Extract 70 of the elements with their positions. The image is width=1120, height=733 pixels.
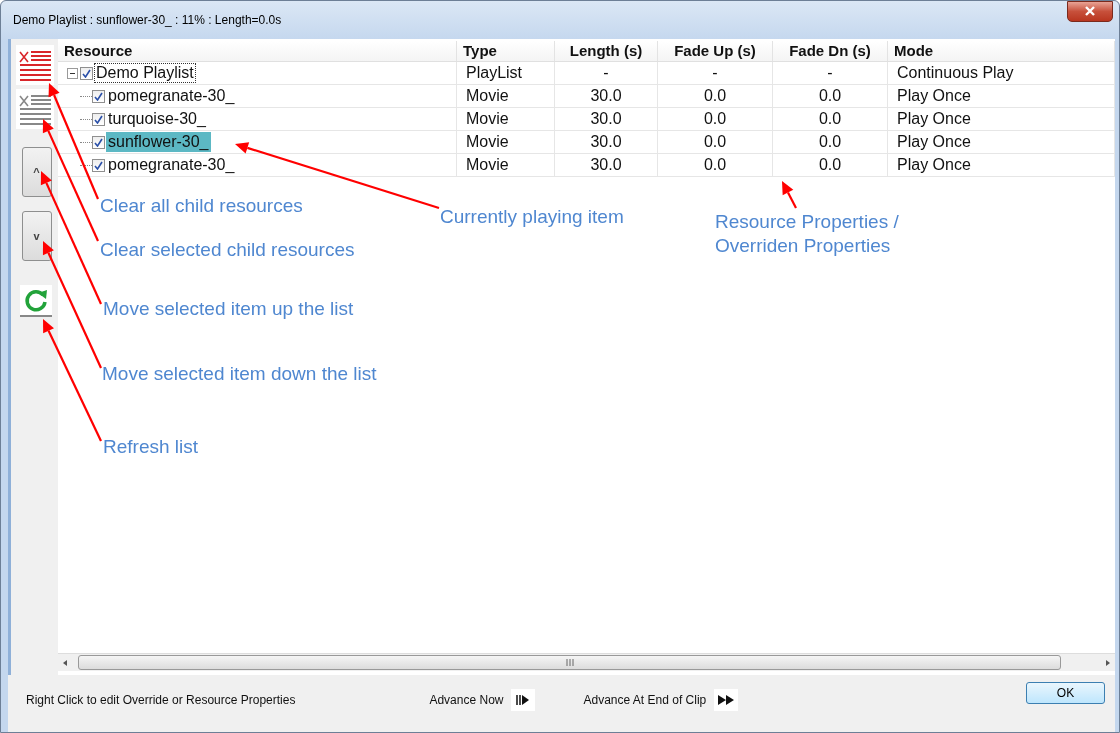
table-cell: 0.0 [773, 154, 888, 176]
column-header[interactable]: Resource [58, 41, 457, 61]
table-cell: - [555, 62, 658, 84]
annotation-text: Refresh list [103, 435, 199, 459]
advance-end-label: Advance At End of Clip [583, 692, 707, 707]
table-cell: 0.0 [773, 131, 888, 153]
checkbox[interactable] [92, 135, 105, 149]
advance-end-button[interactable] [714, 688, 739, 711]
table-cell: Play Once [888, 108, 1115, 130]
table-cell: Movie [457, 108, 555, 130]
table-cell: 0.0 [773, 108, 888, 130]
column-header[interactable]: Fade Dn (s) [773, 41, 888, 61]
table-cell: - [658, 62, 773, 84]
table-cell: Play Once [888, 131, 1115, 153]
annotation-text: Move selected item down the list [102, 362, 377, 386]
table-cell: Play Once [888, 85, 1115, 107]
advance-now-label: Advance Now [429, 692, 504, 707]
column-header[interactable]: Type [457, 41, 555, 61]
table-cell: PlayList [457, 62, 555, 84]
annotation-text: Currently playing item [440, 205, 624, 229]
table-cell: 0.0 [658, 154, 773, 176]
table-cell: 30.0 [555, 85, 658, 107]
table-cell: - [773, 62, 888, 84]
table-cell: Movie [457, 154, 555, 176]
annotation-text: Move selected item up the list [103, 297, 354, 321]
refresh-button[interactable] [19, 285, 52, 317]
table-cell: 30.0 [555, 154, 658, 176]
table-cell: 30.0 [555, 131, 658, 153]
table-cell: Play Once [888, 154, 1115, 176]
clear-selected-button[interactable] [15, 89, 54, 129]
fast-forward-icon [717, 693, 736, 706]
checkbox[interactable] [92, 112, 105, 126]
hint-text: Right Click to edit Override or Resource Properties [26, 692, 296, 707]
move-up-button[interactable]: ^ [21, 147, 52, 197]
table-cell: Movie [457, 85, 555, 107]
tree-item[interactable]: pomegranate-30_ [106, 155, 237, 175]
table-cell: Continuous Play [888, 62, 1115, 84]
collapse-toggle[interactable] [67, 67, 78, 79]
annotation-arrow [782, 181, 797, 209]
advance-now-button[interactable] [511, 688, 536, 711]
checkbox[interactable] [80, 66, 93, 80]
refresh-icon [22, 287, 49, 313]
annotation-text: Resource Properties / Overriden Properties [715, 210, 900, 258]
tree-item[interactable]: Demo Playlist [94, 63, 196, 83]
clear-all-button[interactable] [15, 45, 54, 85]
window-title: Demo Playlist : sunflower-30_ : 11% : Length=0.0s [13, 13, 282, 27]
checkbox[interactable] [92, 89, 105, 103]
checkbox[interactable] [92, 158, 105, 172]
annotation-text: Clear all child resources [100, 194, 303, 218]
column-header[interactable]: Mode [888, 41, 1115, 61]
table-cell: 30.0 [555, 108, 658, 130]
grip-icon [564, 659, 575, 666]
table-cell: 0.0 [658, 85, 773, 107]
table-cell: 0.0 [773, 85, 888, 107]
table-cell: Movie [457, 131, 555, 153]
move-down-button[interactable]: v [21, 211, 52, 261]
clear-list-icon [16, 92, 53, 126]
tree-item[interactable]: turquoise-30_ [106, 109, 208, 129]
column-header[interactable]: Length (s) [555, 41, 658, 61]
tree-item[interactable]: pomegranate-30_ [106, 86, 237, 106]
close-icon [1084, 6, 1096, 16]
close-button[interactable] [1067, 0, 1113, 22]
column-header[interactable]: Fade Up (s) [658, 41, 773, 61]
annotation-text: Clear selected child resources [100, 238, 355, 262]
tree-item[interactable]: sunflower-30_ [106, 132, 211, 152]
ok-button[interactable]: OK [1026, 681, 1105, 704]
horizontal-scrollbar[interactable] [58, 653, 1115, 671]
clear-list-icon [16, 48, 53, 82]
table-cell: 0.0 [658, 131, 773, 153]
table-cell: 0.0 [658, 108, 773, 130]
